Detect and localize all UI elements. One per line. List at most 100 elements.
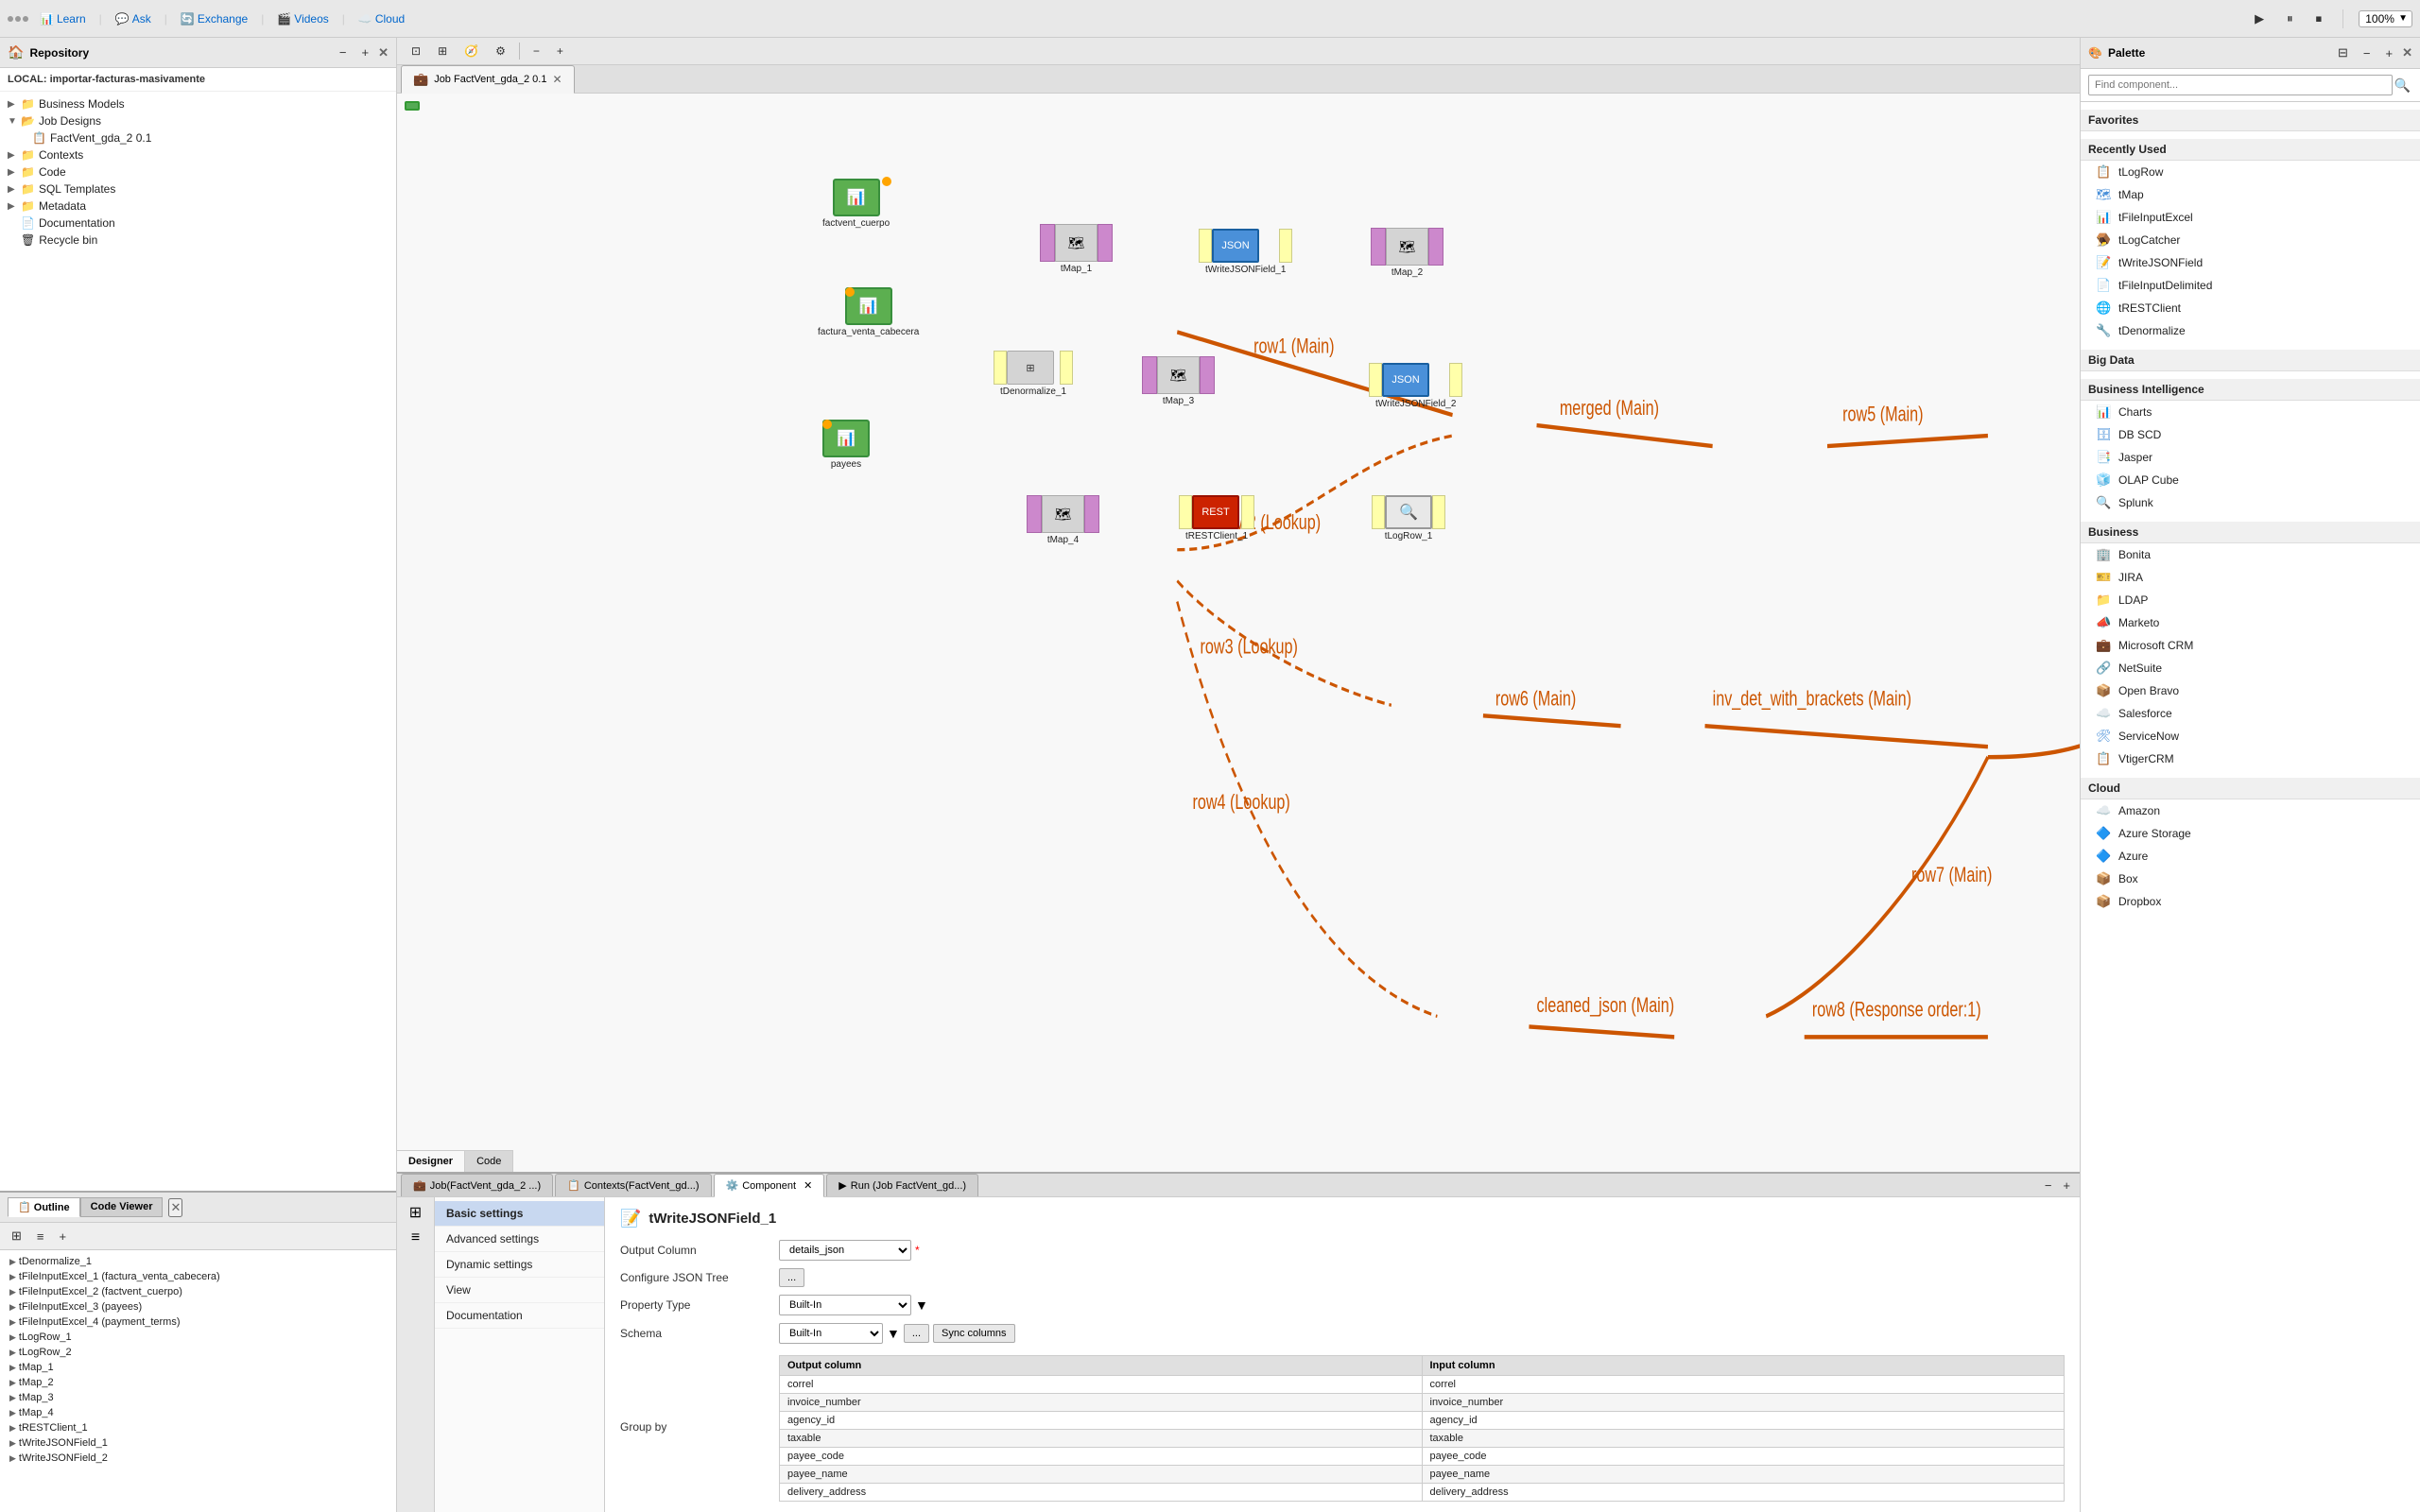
tab-job-close[interactable]: ✕ bbox=[552, 73, 562, 86]
designer-tab[interactable]: Designer bbox=[397, 1151, 465, 1172]
tree-item-job-designs[interactable]: ▼ 📂 Job Designs bbox=[0, 112, 396, 129]
palette-maximize-btn[interactable]: + bbox=[2380, 43, 2399, 63]
outline-item-4[interactable]: ▶ tFileInputExcel_4 (payment_terms) bbox=[0, 1314, 396, 1330]
palette-item-charts[interactable]: 📊 Charts bbox=[2081, 401, 2420, 423]
schema-select[interactable]: Built-In bbox=[779, 1323, 883, 1344]
tab-outline[interactable]: 📋 Outline bbox=[8, 1197, 80, 1217]
palette-minimize-btn[interactable]: − bbox=[2358, 43, 2377, 63]
outline-list-btn[interactable]: ≡ bbox=[31, 1226, 50, 1246]
outline-item-3[interactable]: ▶ tFileInputExcel_3 (payees) bbox=[0, 1299, 396, 1314]
palette-item-amazon[interactable]: ☁️ Amazon bbox=[2081, 799, 2420, 822]
node-tmap2[interactable]: 🗺 tMap_2 bbox=[1378, 228, 1436, 278]
tree-item-factvent[interactable]: 📋 FactVent_gda_2 0.1 bbox=[0, 129, 396, 146]
repo-minimize-btn[interactable]: − bbox=[334, 43, 353, 62]
outline-add-btn[interactable]: + bbox=[54, 1226, 73, 1246]
outline-item-0[interactable]: ▶ tDenormalize_1 bbox=[0, 1254, 396, 1269]
settings-dynamic[interactable]: Dynamic settings bbox=[435, 1252, 604, 1278]
outline-item-11[interactable]: ▶ tRESTClient_1 bbox=[0, 1420, 396, 1435]
schema-edit-btn[interactable]: ... bbox=[904, 1324, 929, 1343]
palette-item-netsuite[interactable]: 🔗 NetSuite bbox=[2081, 657, 2420, 679]
cloud-link[interactable]: ☁️ Cloud bbox=[358, 12, 405, 26]
run-btn[interactable]: ▶ bbox=[2249, 9, 2270, 29]
palette-recent-header[interactable]: Recently Used bbox=[2081, 139, 2420, 161]
palette-item-tdenormalize[interactable]: 🔧 tDenormalize bbox=[2081, 319, 2420, 342]
palette-item-openbravo[interactable]: 📦 Open Bravo bbox=[2081, 679, 2420, 702]
outline-item-6[interactable]: ▶ tLogRow_2 bbox=[0, 1345, 396, 1360]
node-payees[interactable]: 📊 payees bbox=[822, 420, 870, 470]
videos-link[interactable]: 🎬 Videos bbox=[277, 12, 328, 26]
palette-item-tfileinputdelimited[interactable]: 📄 tFileInputDelimited bbox=[2081, 274, 2420, 297]
tab-code-viewer[interactable]: Code Viewer bbox=[80, 1197, 164, 1217]
bottom-tab-comp-close[interactable]: ✕ bbox=[804, 1179, 812, 1192]
outline-item-7[interactable]: ▶ tMap_1 bbox=[0, 1360, 396, 1375]
canvas-zoom-in-btn[interactable]: + bbox=[550, 42, 570, 60]
node-trestclient1[interactable]: REST tRESTClient_1 bbox=[1185, 495, 1248, 541]
palette-item-tlogrow[interactable]: 📋 tLogRow bbox=[2081, 161, 2420, 183]
sync-columns-btn[interactable]: Sync columns bbox=[933, 1324, 1014, 1343]
palette-item-jasper[interactable]: 📑 Jasper bbox=[2081, 446, 2420, 469]
palette-item-salesforce[interactable]: ☁️ Salesforce bbox=[2081, 702, 2420, 725]
schema-dropdown[interactable]: ▼ bbox=[887, 1326, 900, 1341]
palette-item-azure[interactable]: 🔷 Azure bbox=[2081, 845, 2420, 868]
property-type-dropdown[interactable]: ▼ bbox=[915, 1297, 928, 1313]
ask-link[interactable]: 💬 Ask bbox=[115, 12, 151, 26]
palette-item-marketo[interactable]: 📣 Marketo bbox=[2081, 611, 2420, 634]
canvas-fit-btn[interactable]: ⊡ bbox=[405, 42, 427, 60]
palette-item-ldap[interactable]: 📁 LDAP bbox=[2081, 589, 2420, 611]
outline-item-9[interactable]: ▶ tMap_3 bbox=[0, 1390, 396, 1405]
palette-item-twritejsonfield[interactable]: 📝 tWriteJSONField bbox=[2081, 251, 2420, 274]
comp-grid-view-btn[interactable]: ⊞ bbox=[407, 1201, 424, 1224]
palette-close-btn[interactable]: ✕ bbox=[2402, 45, 2412, 60]
outline-close-btn[interactable]: ✕ bbox=[168, 1198, 182, 1217]
palette-item-splunk[interactable]: 🔍 Splunk bbox=[2081, 491, 2420, 514]
palette-item-dbscd[interactable]: 🗄 DB SCD bbox=[2081, 423, 2420, 446]
output-column-select[interactable]: details_json bbox=[779, 1240, 911, 1261]
node-tmap1[interactable]: 🗺 tMap_1 bbox=[1047, 224, 1105, 274]
settings-docs[interactable]: Documentation bbox=[435, 1303, 604, 1329]
canvas-zoom-fit-btn[interactable]: ⊞ bbox=[431, 42, 454, 60]
canvas-area[interactable]: .edge-orange { stroke: #cc5500; stroke-w… bbox=[397, 94, 2080, 1172]
palette-cloud-header[interactable]: Cloud bbox=[2081, 778, 2420, 799]
palette-search-btn[interactable]: 🔍 bbox=[2393, 76, 2412, 95]
palette-filter-btn[interactable]: ⊟ bbox=[2332, 43, 2354, 63]
outline-item-1[interactable]: ▶ tFileInputExcel_1 (factura_venta_cabec… bbox=[0, 1269, 396, 1284]
palette-item-trestclient[interactable]: 🌐 tRESTClient bbox=[2081, 297, 2420, 319]
learn-link[interactable]: 📊 Learn bbox=[40, 12, 86, 26]
palette-item-box[interactable]: 📦 Box bbox=[2081, 868, 2420, 890]
repo-maximize-btn[interactable]: + bbox=[356, 43, 375, 62]
node-factura-venta-cabecera[interactable]: 📊 factura_venta_cabecera bbox=[818, 287, 919, 337]
tree-item-contexts[interactable]: ▶ 📁 Contexts bbox=[0, 146, 396, 163]
tree-item-code[interactable]: ▶ 📁 Code bbox=[0, 163, 396, 180]
palette-item-tfileinputexcel[interactable]: 📊 tFileInputExcel bbox=[2081, 206, 2420, 229]
palette-item-vtigercrm[interactable]: 📋 VtigerCRM bbox=[2081, 747, 2420, 770]
outline-grid-btn[interactable]: ⊞ bbox=[6, 1226, 27, 1246]
palette-item-jira[interactable]: 🎫 JIRA bbox=[2081, 566, 2420, 589]
canvas-settings-btn[interactable]: ⚙ bbox=[489, 42, 512, 60]
node-tmap3[interactable]: 🗺 tMap_3 bbox=[1150, 356, 1207, 406]
stop-btn[interactable]: ⏹ bbox=[2310, 9, 2328, 29]
outline-item-13[interactable]: ▶ tWriteJSONField_2 bbox=[0, 1451, 396, 1466]
pause-btn[interactable]: ⏸ bbox=[2281, 9, 2299, 29]
palette-item-azure-storage[interactable]: 🔷 Azure Storage bbox=[2081, 822, 2420, 845]
outline-item-8[interactable]: ▶ tMap_2 bbox=[0, 1375, 396, 1390]
comp-list-view-btn[interactable]: ≡ bbox=[409, 1228, 422, 1248]
palette-item-dropbox[interactable]: 📦 Dropbox bbox=[2081, 890, 2420, 913]
palette-item-bonita[interactable]: 🏢 Bonita bbox=[2081, 543, 2420, 566]
tree-item-sql[interactable]: ▶ 📁 SQL Templates bbox=[0, 180, 396, 198]
node-tlogrow1[interactable]: 🔍 tLogRow_1 bbox=[1378, 495, 1439, 541]
canvas-nav-btn[interactable]: 🧭 bbox=[458, 42, 485, 60]
outline-item-5[interactable]: ▶ tLogRow_1 bbox=[0, 1330, 396, 1345]
tree-item-recycle[interactable]: 🗑 Recycle bin bbox=[0, 232, 396, 249]
palette-item-mscrm[interactable]: 💼 Microsoft CRM bbox=[2081, 634, 2420, 657]
palette-search-input[interactable] bbox=[2088, 75, 2393, 95]
bottom-tab-contexts[interactable]: 📋 Contexts(FactVent_gd...) bbox=[555, 1174, 711, 1196]
palette-item-servicenow[interactable]: 🛠 ServiceNow bbox=[2081, 725, 2420, 747]
palette-favorites-header[interactable]: Favorites bbox=[2081, 110, 2420, 131]
tree-item-metadata[interactable]: ▶ 📁 Metadata bbox=[0, 198, 396, 215]
palette-business-header[interactable]: Business bbox=[2081, 522, 2420, 543]
node-factvent-cuerpo[interactable]: 📊 factvent_cuerpo bbox=[822, 179, 890, 229]
tree-item-business-models[interactable]: ▶ 📁 Business Models bbox=[0, 95, 396, 112]
node-twritejson2[interactable]: JSON tWriteJSONField_2 bbox=[1375, 363, 1456, 409]
property-type-select[interactable]: Built-In bbox=[779, 1295, 911, 1315]
palette-item-tmap[interactable]: 🗺 tMap bbox=[2081, 183, 2420, 206]
